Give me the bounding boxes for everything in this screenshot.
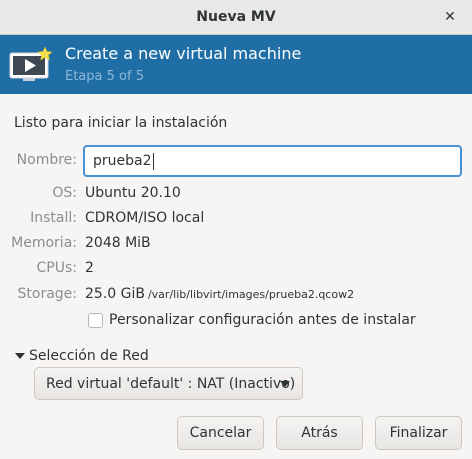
- os-value: Ubuntu 20.10: [85, 185, 181, 201]
- window-title: Nueva MV: [196, 9, 276, 25]
- wizard-step: Etapa 5 of 5: [65, 69, 144, 84]
- chevron-down-icon: [280, 381, 290, 387]
- back-button[interactable]: Atrás: [276, 416, 363, 450]
- cpus-label: CPUs:: [36, 260, 77, 276]
- os-label: OS:: [52, 185, 77, 201]
- network-expander-label: Selección de Red: [29, 348, 149, 364]
- network-expander[interactable]: Selección de Red: [15, 348, 149, 364]
- install-label: Install:: [30, 210, 77, 226]
- install-value: CDROM/ISO local: [85, 210, 205, 226]
- storage-path: /var/lib/libvirt/images/prueba2.qcow2: [147, 288, 355, 301]
- wizard-header: Create a new virtual machine Etapa 5 of …: [0, 35, 472, 94]
- memory-value: 2048 MiB: [85, 235, 151, 251]
- storage-value: 25.0 GiB/var/lib/libvirt/images/prueba2.…: [85, 286, 354, 302]
- wizard-title: Create a new virtual machine: [65, 44, 302, 63]
- storage-size: 25.0 GiB: [85, 286, 145, 302]
- customize-option[interactable]: Personalizar configuración antes de inst…: [88, 312, 416, 328]
- section-title: Listo para iniciar la instalación: [14, 115, 228, 131]
- memory-label: Memoria:: [11, 235, 77, 251]
- expander-arrow-icon: [15, 353, 25, 359]
- monitor-play-icon: [9, 46, 53, 81]
- name-label: Nombre:: [16, 152, 77, 168]
- title-bar: Nueva MV ✕: [0, 0, 472, 35]
- network-select-value: Red virtual 'default' : NAT (Inactivo): [46, 375, 296, 392]
- name-field-value: prueba2: [93, 153, 152, 169]
- finish-button[interactable]: Finalizar: [375, 416, 462, 450]
- customize-label[interactable]: Personalizar configuración antes de inst…: [109, 312, 416, 328]
- cancel-button[interactable]: Cancelar: [177, 416, 264, 450]
- name-field[interactable]: prueba2: [83, 145, 462, 177]
- text-caret: [152, 152, 154, 170]
- close-icon[interactable]: ✕: [442, 9, 458, 25]
- storage-label: Storage:: [17, 286, 78, 302]
- cpus-value: 2: [85, 260, 94, 276]
- network-select[interactable]: Red virtual 'default' : NAT (Inactivo): [34, 367, 303, 400]
- customize-checkbox[interactable]: [88, 312, 103, 328]
